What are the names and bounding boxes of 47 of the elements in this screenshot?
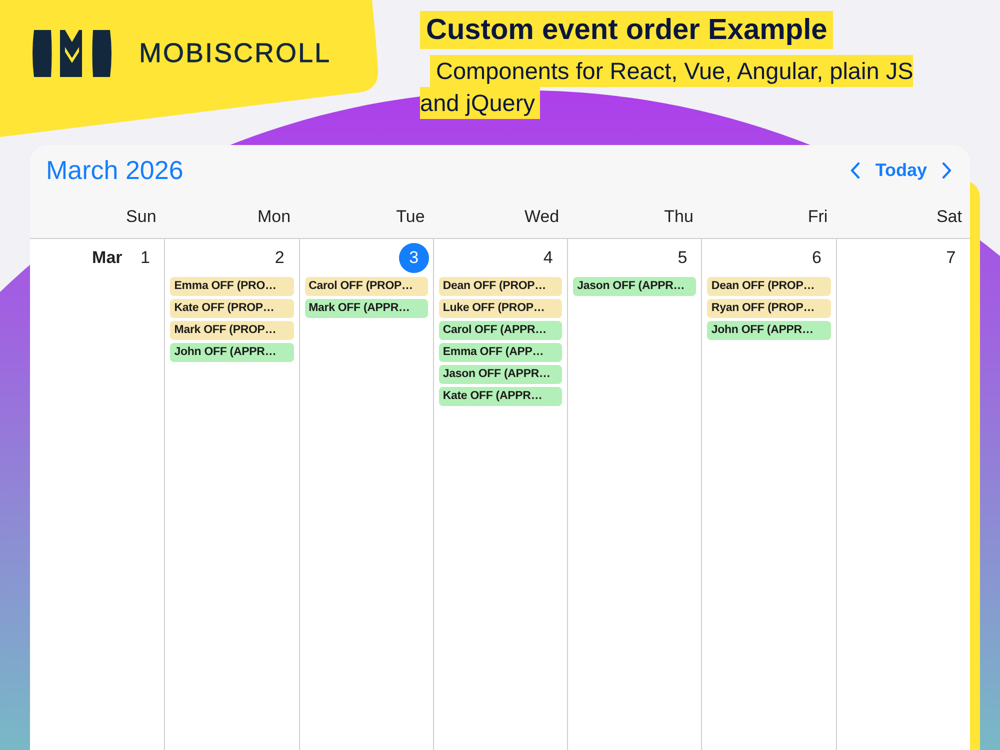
day-cell[interactable]: 2 Emma OFF (PRO… Kate OFF (PROP… Mark OFF (PROP… John OFF (APPR… <box>164 239 299 750</box>
calendar-event[interactable]: Luke OFF (PROP… <box>438 299 562 318</box>
calendar-event[interactable]: John OFF (APPR… <box>707 321 831 340</box>
weekday-label: Sat <box>936 206 962 226</box>
previous-button[interactable] <box>850 162 860 178</box>
calendar-event[interactable]: Jason OFF (APPR… <box>573 277 696 296</box>
weekday-label: Tue <box>396 206 425 226</box>
chevron-left-icon <box>850 162 860 178</box>
month-label: Mar <box>92 248 122 268</box>
calendar-event[interactable]: Kate OFF (APPR… <box>438 387 562 406</box>
today-button[interactable]: Today <box>875 160 927 180</box>
month-title: March 2026 <box>46 154 184 186</box>
day-number: 6 <box>810 247 822 269</box>
calendar-event[interactable]: Ryan OFF (PROP… <box>707 299 831 318</box>
day-number: 1 <box>140 247 152 269</box>
calendar-event[interactable]: Emma OFF (APP… <box>438 343 562 362</box>
calendar-event[interactable]: Mark OFF (PROP… <box>170 321 294 340</box>
weekday-label: Mon <box>257 206 291 226</box>
day-cell[interactable]: 3 Carol OFF (PROP… Mark OFF (APPR… <box>298 239 433 750</box>
day-number: 4 <box>542 247 554 269</box>
calendar-event[interactable]: Mark OFF (APPR… <box>304 299 428 318</box>
brand-name: MOBISCROLL <box>139 37 332 70</box>
calendar-event[interactable]: Dean OFF (PROP… <box>438 277 562 296</box>
calendar-event[interactable]: Jason OFF (APPR… <box>438 365 562 384</box>
next-button[interactable] <box>942 162 952 178</box>
day-number: 5 <box>676 247 688 269</box>
day-number: 3 <box>398 243 429 273</box>
day-cell[interactable]: Mar 1 <box>30 239 164 750</box>
calendar-event[interactable]: Emma OFF (PRO… <box>170 277 294 296</box>
calendar-event[interactable]: Carol OFF (PROP… <box>304 277 428 296</box>
weekday-label: Wed <box>524 206 560 226</box>
logo-icon <box>31 30 113 77</box>
calendar-event[interactable]: Kate OFF (PROP… <box>170 299 294 318</box>
weekday-label: Thu <box>664 206 694 226</box>
day-cell[interactable]: 4 Dean OFF (PROP… Luke OFF (PROP… Carol OFF (APPR… Emma OFF (APP… Jason OFF (APPR… Kate OFF (APPR… <box>432 239 568 750</box>
day-cell[interactable]: 6 Dean OFF (PROP… Ryan OFF (PROP… John OFF (APPR… <box>701 239 836 750</box>
calendar-event[interactable]: Carol OFF (APPR… <box>438 321 562 340</box>
day-number: 7 <box>945 247 957 269</box>
calendar-event[interactable]: Dean OFF (PROP… <box>707 277 831 296</box>
day-cell[interactable]: 7 <box>836 239 970 750</box>
day-number: 2 <box>274 247 286 269</box>
calendar-event[interactable]: John OFF (APPR… <box>170 343 294 362</box>
weekday-label: Sun <box>126 206 156 226</box>
chevron-right-icon <box>942 162 952 178</box>
weekday-label: Fri <box>808 206 828 226</box>
page-title: Custom event order Example <box>420 11 834 49</box>
day-cell[interactable]: 5 Jason OFF (APPR… <box>567 239 702 750</box>
